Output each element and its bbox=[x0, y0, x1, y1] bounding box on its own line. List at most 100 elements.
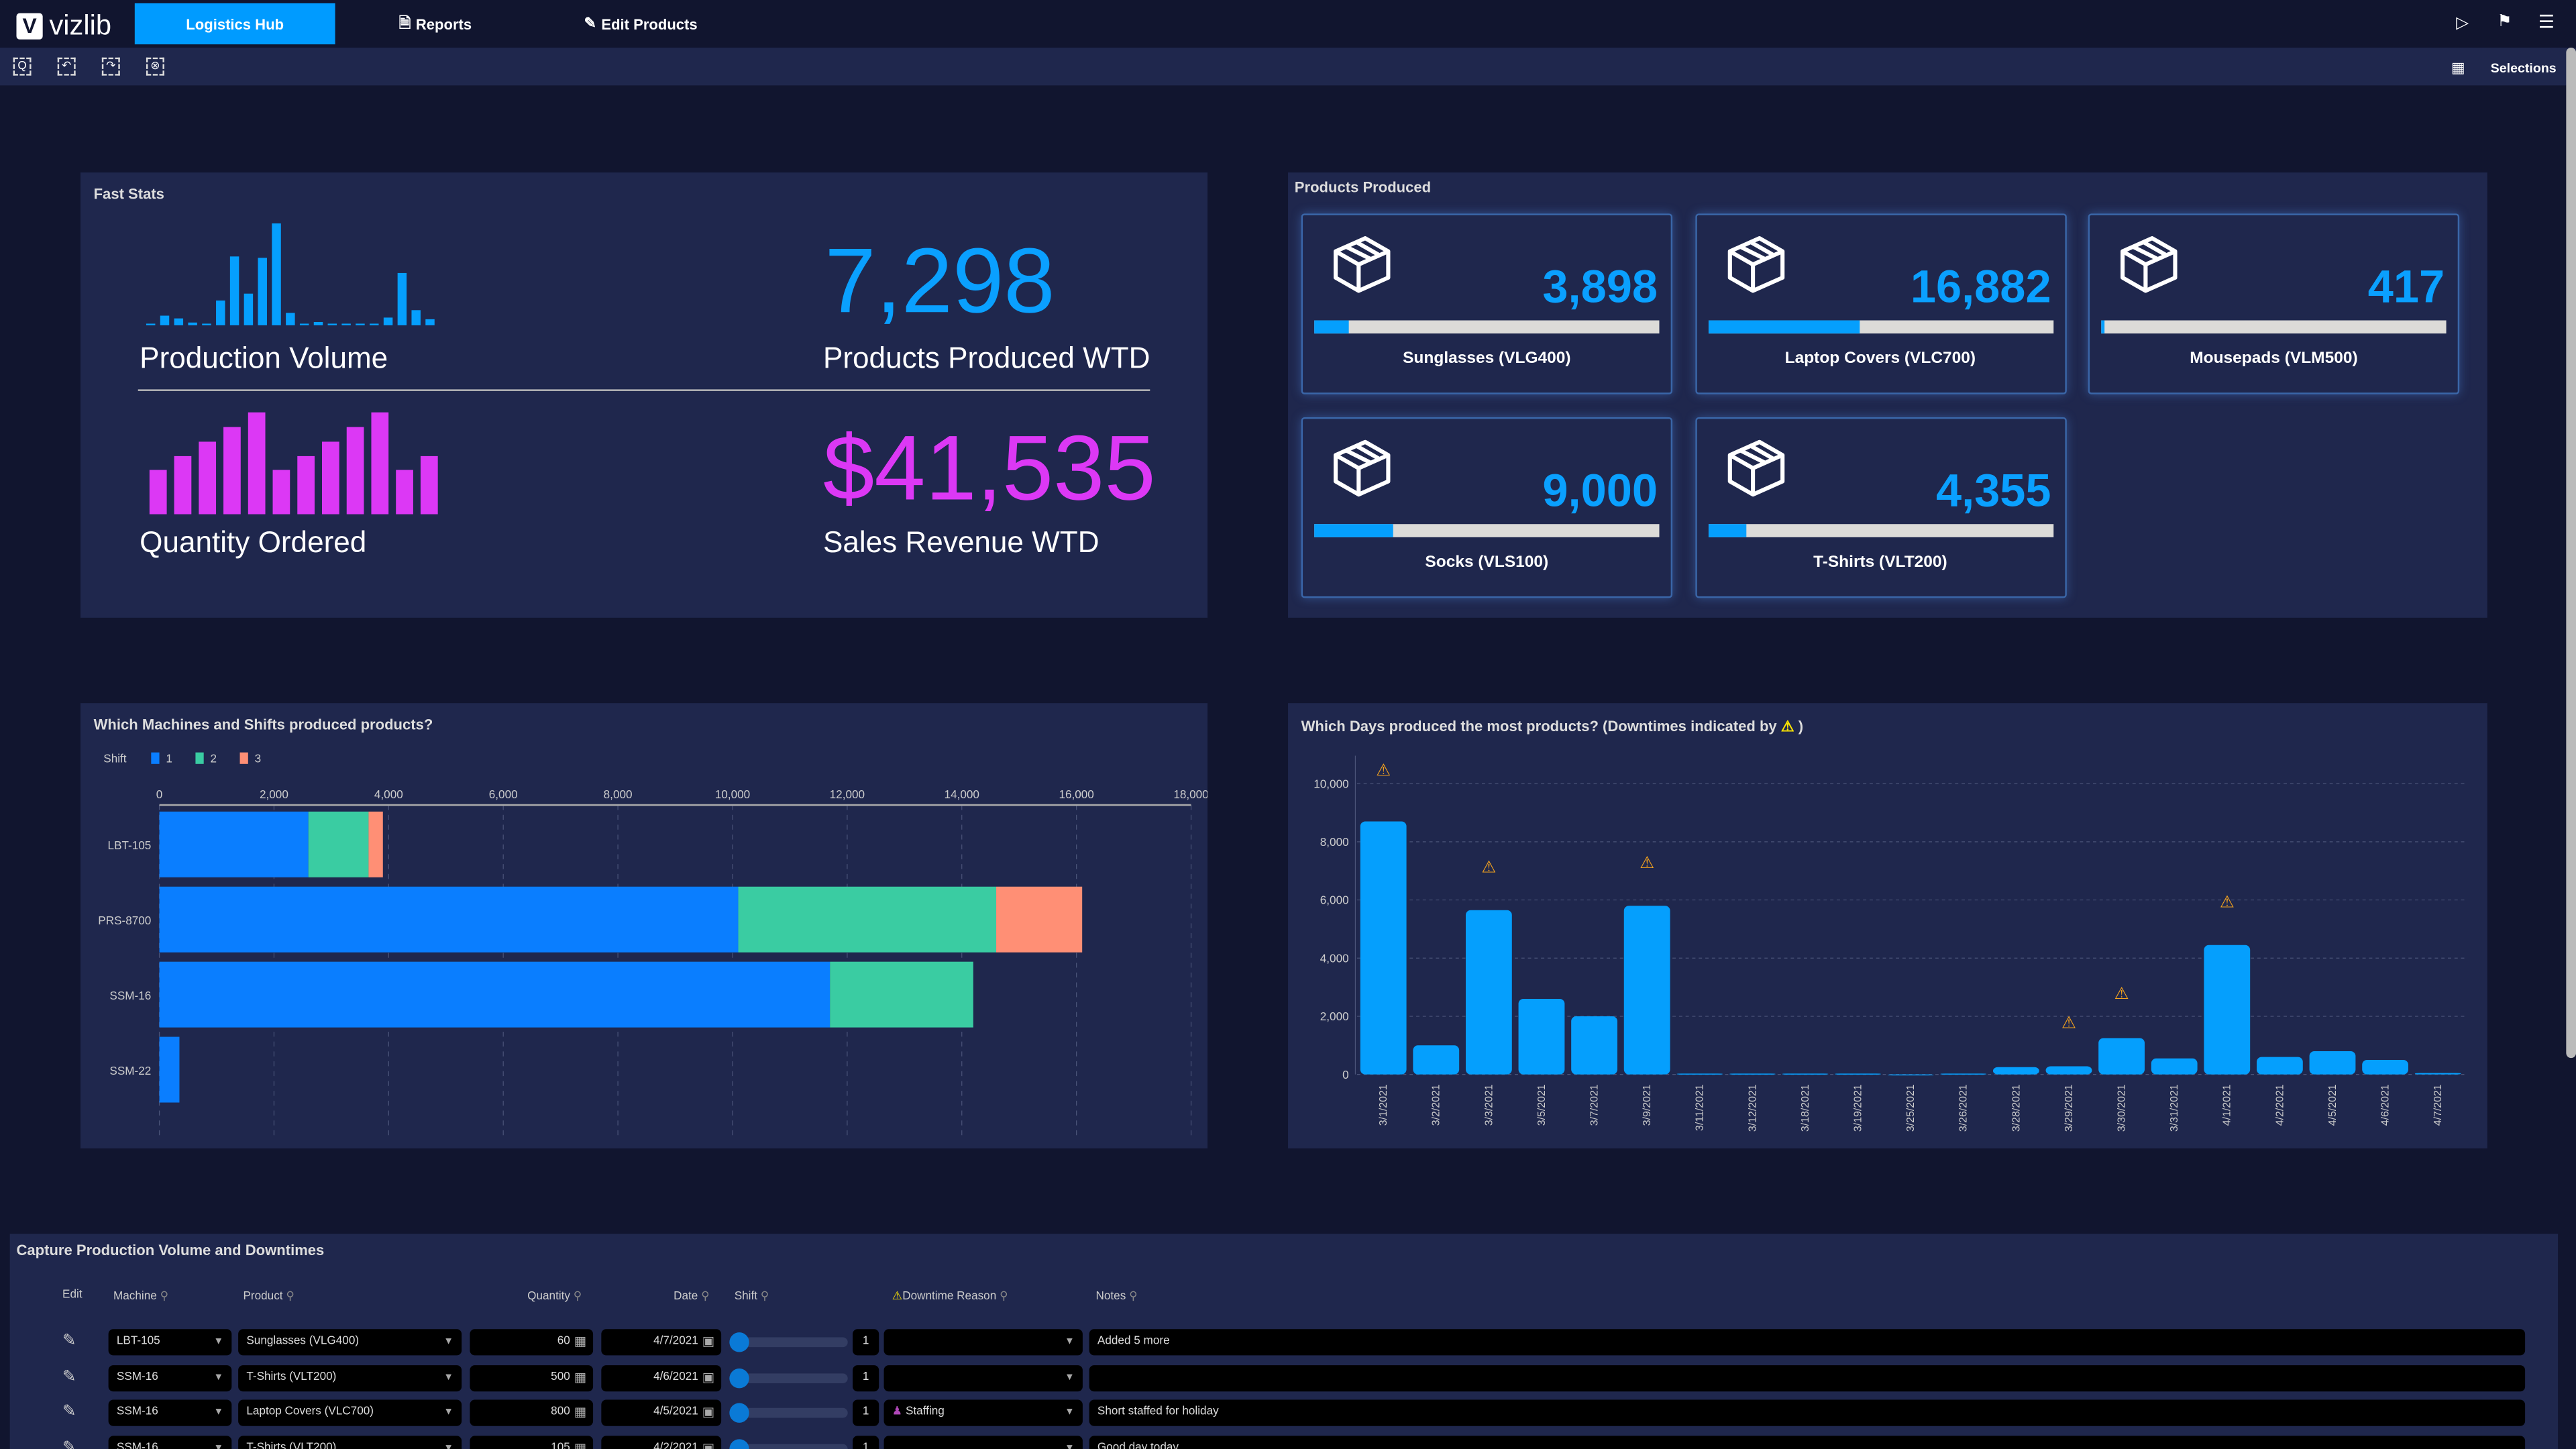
product-value: T-Shirts (VLT200) bbox=[246, 1371, 337, 1383]
slider-handle[interactable] bbox=[729, 1403, 749, 1423]
column-header[interactable]: ⚠Downtime Reason ⚲ bbox=[892, 1289, 1008, 1303]
date-input[interactable]: 4/5/2021 ▣ bbox=[601, 1399, 722, 1426]
machine-dropdown[interactable]: SSM-16 ▼ bbox=[108, 1399, 232, 1426]
search-icon[interactable]: ⚲ bbox=[574, 1291, 582, 1303]
sparkline-bar bbox=[383, 317, 393, 325]
slider-handle[interactable] bbox=[729, 1367, 749, 1388]
x-tick-label: 12,000 bbox=[830, 788, 865, 801]
search-icon[interactable]: ⚲ bbox=[1129, 1291, 1138, 1303]
notes-value: Good day today bbox=[1097, 1441, 1179, 1449]
column-header[interactable]: Edit bbox=[62, 1289, 83, 1301]
machine-dropdown[interactable]: LBT-105 ▼ bbox=[108, 1329, 232, 1356]
bar-segment bbox=[159, 886, 739, 953]
quantity-input[interactable]: 500 ▦ bbox=[470, 1364, 594, 1391]
column-header[interactable]: Notes ⚲ bbox=[1095, 1289, 1137, 1303]
sparkline-bar bbox=[223, 427, 241, 515]
step-back-icon[interactable]: ↶ bbox=[57, 57, 76, 76]
search-icon[interactable]: ⚲ bbox=[286, 1291, 294, 1303]
calendar-icon: ▣ bbox=[702, 1369, 715, 1385]
notes-input[interactable]: Good day today bbox=[1089, 1435, 2526, 1449]
search-icon[interactable]: ⚲ bbox=[160, 1291, 169, 1303]
column-header[interactable]: Date ⚲ bbox=[674, 1289, 710, 1303]
notes-input[interactable] bbox=[1089, 1364, 2526, 1391]
slider-handle[interactable] bbox=[729, 1438, 749, 1449]
search-icon[interactable]: ⚲ bbox=[701, 1291, 710, 1303]
warning-icon: ⚠ bbox=[1640, 854, 1654, 872]
machine-dropdown[interactable]: SSM-16 ▼ bbox=[108, 1364, 232, 1391]
bar bbox=[2098, 1038, 2145, 1075]
product-dropdown[interactable]: T-Shirts (VLT200) ▼ bbox=[238, 1364, 462, 1391]
sparkline-bar bbox=[341, 323, 351, 325]
chevron-down-icon: ▼ bbox=[213, 1407, 224, 1418]
edit-icon[interactable]: ✎ bbox=[62, 1368, 76, 1386]
notes-input[interactable]: Added 5 more bbox=[1089, 1329, 2526, 1356]
x-tick-label: 3/11/2021 bbox=[1695, 1084, 1706, 1131]
quantity-input[interactable]: 60 ▦ bbox=[470, 1329, 594, 1356]
product-card[interactable]: 16,882 Laptop Covers (VLC700) bbox=[1695, 213, 2066, 394]
notes-value: Added 5 more bbox=[1097, 1336, 1170, 1348]
calendar-icon: ▣ bbox=[702, 1440, 715, 1449]
search-icon[interactable]: ⚲ bbox=[1000, 1291, 1008, 1303]
legend-label: 3 bbox=[255, 751, 262, 765]
page-scrollbar[interactable] bbox=[2566, 48, 2576, 1059]
downtime-reason-dropdown[interactable]: ▼ bbox=[883, 1364, 1083, 1391]
machine-dropdown[interactable]: SSM-16 ▼ bbox=[108, 1435, 232, 1449]
product-card[interactable]: 417 Mousepads (VLM500) bbox=[2088, 213, 2460, 394]
column-header[interactable]: Product ⚲ bbox=[243, 1289, 294, 1303]
product-name: Laptop Covers (VLC700) bbox=[1784, 350, 1976, 368]
quantity-input[interactable]: 800 ▦ bbox=[470, 1399, 594, 1426]
selections-icon[interactable]: ▦ bbox=[2451, 59, 2465, 77]
edit-icon[interactable]: ✎ bbox=[62, 1403, 76, 1421]
vizlib-logo[interactable]: Vvizlib bbox=[16, 10, 111, 43]
date-input[interactable]: 4/6/2021 ▣ bbox=[601, 1364, 722, 1391]
shift-slider[interactable] bbox=[729, 1403, 848, 1423]
edit-icon[interactable]: ✎ bbox=[62, 1332, 76, 1350]
edit-icon[interactable]: ✎ bbox=[62, 1438, 76, 1449]
clear-selections-icon[interactable]: ⊗ bbox=[146, 57, 164, 76]
tab-logistics-hub[interactable]: Logistics Hub bbox=[134, 3, 335, 45]
warning-icon: ⚠ bbox=[1481, 858, 1496, 876]
date-input[interactable]: 4/2/2021 ▣ bbox=[601, 1435, 722, 1449]
product-dropdown[interactable]: T-Shirts (VLT200) ▼ bbox=[238, 1435, 462, 1449]
quantity-input[interactable]: 105 ▦ bbox=[470, 1435, 594, 1449]
downtime-reason-dropdown[interactable]: ♟ Staffing ▼ bbox=[883, 1399, 1083, 1426]
shift-slider[interactable] bbox=[729, 1332, 848, 1352]
warning-icon: ⚠ bbox=[1376, 761, 1391, 780]
x-tick-label: 18,000 bbox=[1173, 788, 1208, 801]
product-progress-bar bbox=[2101, 320, 2447, 334]
x-tick-label: 3/12/2021 bbox=[1747, 1084, 1758, 1132]
downtime-reason-dropdown[interactable]: ▼ bbox=[883, 1435, 1083, 1449]
tab-edit-products[interactable]: ✎ Edit Products bbox=[567, 3, 714, 44]
sparkline-bar bbox=[272, 470, 290, 515]
chevron-down-icon: ▼ bbox=[1065, 1407, 1075, 1418]
shift-slider[interactable] bbox=[729, 1438, 848, 1449]
shift-slider[interactable] bbox=[729, 1367, 848, 1388]
quantity-value: 60 bbox=[557, 1336, 570, 1348]
column-header[interactable]: Machine ⚲ bbox=[113, 1289, 168, 1303]
product-card[interactable]: 4,355 T-Shirts (VLT200) bbox=[1695, 417, 2066, 598]
bookmark-icon[interactable]: ⚑ bbox=[2497, 13, 2512, 32]
notes-input[interactable]: Short staffed for holiday bbox=[1089, 1399, 2526, 1426]
step-forward-icon[interactable]: ↷ bbox=[101, 57, 120, 76]
product-card[interactable]: 3,898 Sunglasses (VLG400) bbox=[1301, 213, 1673, 394]
column-header[interactable]: Shift ⚲ bbox=[735, 1289, 769, 1303]
downtime-reason-dropdown[interactable]: ▼ bbox=[883, 1329, 1083, 1356]
search-icon[interactable]: ⚲ bbox=[761, 1291, 769, 1303]
x-tick-label: 4,000 bbox=[374, 788, 403, 801]
product-dropdown[interactable]: Sunglasses (VLG400) ▼ bbox=[238, 1329, 462, 1356]
bar bbox=[2256, 1057, 2303, 1075]
selections-button[interactable]: Selections bbox=[2491, 61, 2557, 76]
menu-icon[interactable]: ☰ bbox=[2538, 11, 2555, 33]
date-value: 4/7/2021 bbox=[653, 1336, 698, 1348]
smart-search-icon[interactable]: Q bbox=[13, 57, 32, 76]
product-progress-bar bbox=[1314, 320, 1660, 334]
product-card[interactable]: 9,000 Socks (VLS100) bbox=[1301, 417, 1673, 598]
date-input[interactable]: 4/7/2021 ▣ bbox=[601, 1329, 722, 1356]
x-tick-label: 4/2/2021 bbox=[2274, 1084, 2286, 1126]
tab-reports[interactable]: 🗎 Reports bbox=[378, 3, 492, 44]
presentation-icon[interactable]: ▷ bbox=[2456, 15, 2469, 33]
sparkline-bar bbox=[371, 412, 389, 515]
column-header[interactable]: Quantity ⚲ bbox=[527, 1289, 582, 1303]
product-dropdown[interactable]: Laptop Covers (VLC700) ▼ bbox=[238, 1399, 462, 1426]
slider-handle[interactable] bbox=[729, 1332, 749, 1352]
